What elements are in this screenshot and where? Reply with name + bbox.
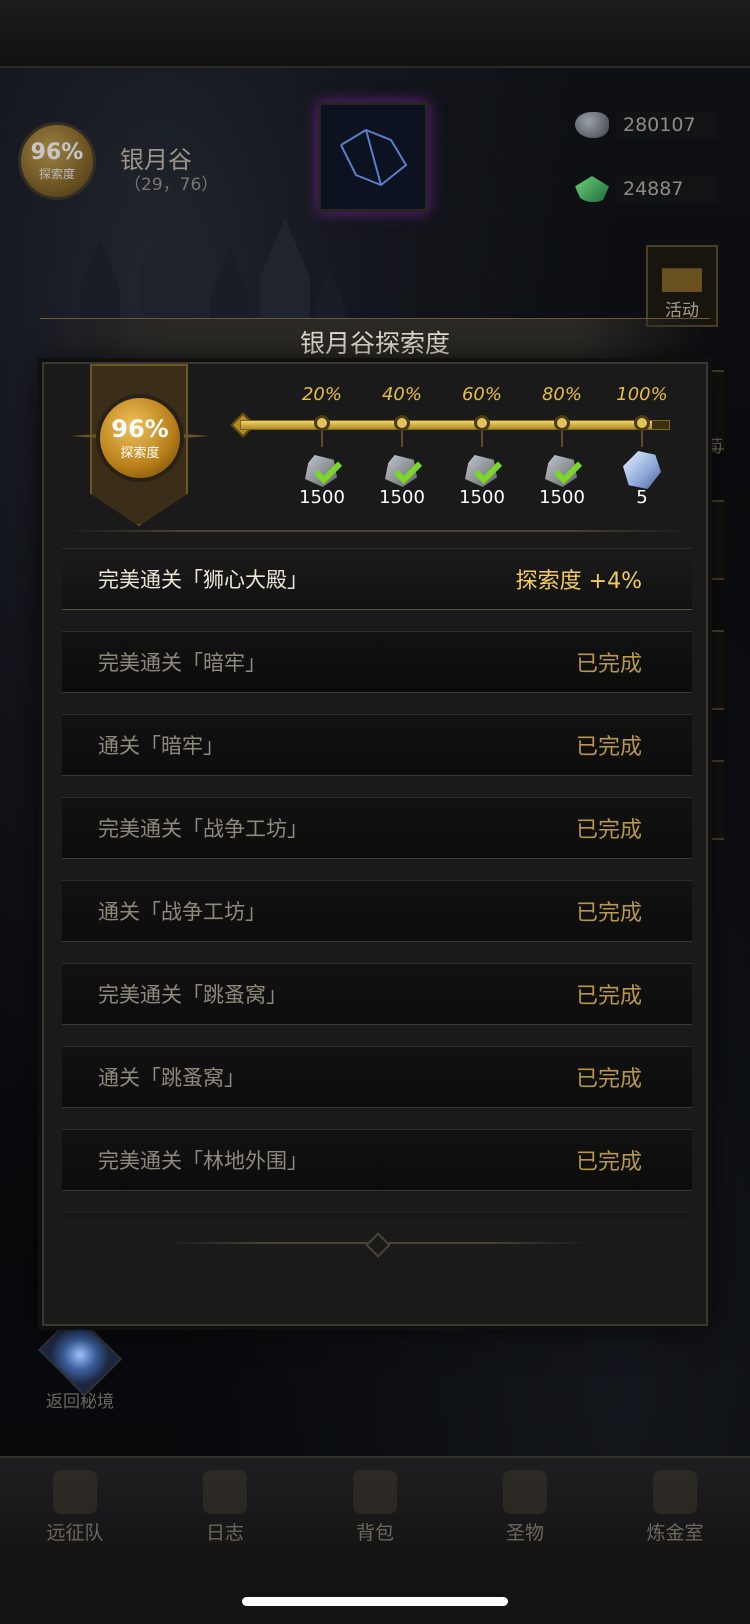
task-name: 完美通关「狮心大殿」: [98, 568, 308, 592]
task-status: 已完成: [575, 1150, 642, 1175]
task-status: 已完成: [575, 1067, 642, 1092]
compass-progress-icon: 96% 探索度: [96, 394, 184, 482]
milestone-percent: 60%: [461, 384, 502, 405]
task-row[interactable]: 完美通关「战争工坊」 已完成: [62, 797, 692, 859]
milestone-connector: [321, 431, 323, 447]
nav-item[interactable]: 圣物: [450, 1458, 600, 1556]
nav-item[interactable]: 炼金室: [600, 1458, 750, 1556]
exploration-modal: 96% 探索度 20% 1500 40% 1500 60% 1500 80% 1500 100%…: [42, 362, 708, 1326]
task-name: 通关「战争工坊」: [98, 900, 266, 924]
region-progress-badge[interactable]: 96% 探索度: [18, 122, 96, 200]
backpack-icon: [353, 1469, 397, 1514]
milestone-node: [394, 415, 410, 431]
task-name: 完美通关「林地外围」: [98, 1149, 308, 1173]
milestone[interactable]: 60% 1500: [452, 384, 512, 508]
task-row[interactable]: 完美通关「林地外围」 已完成: [62, 1129, 692, 1191]
bottom-nav: 远征队 日志 背包 圣物 炼金室: [0, 1456, 750, 1556]
gem-icon: [575, 176, 609, 202]
side-button[interactable]: [706, 760, 724, 840]
modal-title-bar: 银月谷探索度: [40, 318, 710, 366]
nav-item[interactable]: 背包: [300, 1458, 450, 1556]
exploration-label: 探索度: [120, 445, 160, 461]
relic-icon: [503, 1469, 547, 1514]
ore-icon: [575, 112, 609, 138]
task-name: 通关「跳蚤窝」: [98, 1066, 245, 1090]
milestone-percent: 20%: [301, 384, 342, 405]
milestone-percent: 80%: [541, 384, 582, 405]
nav-item[interactable]: 日志: [150, 1458, 300, 1556]
alchemy-icon: [653, 1469, 697, 1514]
list-fade: [62, 1188, 692, 1228]
nav-label: 圣物: [505, 1521, 544, 1544]
milestone-node: [314, 415, 330, 431]
task-row[interactable]: 完美通关「狮心大殿」 探索度 +4%: [62, 548, 692, 610]
milestone[interactable]: 40% 1500: [372, 384, 432, 508]
task-status: 已完成: [575, 901, 642, 926]
task-status: 已完成: [575, 652, 642, 677]
milestone-percent: 40%: [381, 384, 422, 405]
milestone-reward[interactable]: [377, 449, 427, 491]
task-name: 完美通关「战争工坊」: [98, 817, 308, 841]
milestone[interactable]: 80% 1500: [532, 384, 592, 508]
top-frame: [0, 0, 750, 68]
constellation-map-icon[interactable]: [318, 102, 428, 212]
milestone-node: [634, 415, 650, 431]
milestone-connector: [401, 431, 403, 447]
nav-label: 背包: [355, 1521, 394, 1544]
side-button[interactable]: [706, 500, 724, 580]
currency-gem: 24887: [575, 176, 717, 202]
milestone[interactable]: 20% 1500: [292, 384, 352, 508]
bottom-ornament: [164, 1242, 590, 1244]
task-status: 探索度 +4%: [515, 569, 642, 594]
task-row[interactable]: 通关「跳蚤窝」 已完成: [62, 1046, 692, 1108]
activity-button[interactable]: 活动: [646, 245, 718, 327]
side-button-label: 荀: [706, 437, 723, 457]
task-row[interactable]: 通关「战争工坊」 已完成: [62, 880, 692, 942]
milestone-connector: [641, 431, 643, 447]
home-indicator: [242, 1597, 508, 1606]
task-row[interactable]: 完美通关「跳蚤窝」 已完成: [62, 963, 692, 1025]
helmet-icon: [53, 1469, 97, 1514]
side-button[interactable]: [706, 630, 724, 710]
nav-label: 日志: [205, 1521, 244, 1544]
task-status: 已完成: [575, 735, 642, 760]
milestone[interactable]: 100% 5: [612, 384, 672, 508]
crystal-icon: [623, 451, 661, 489]
scroll-icon: [203, 1469, 247, 1514]
region-progress-label: 探索度: [38, 167, 75, 181]
milestone-reward[interactable]: [457, 449, 507, 491]
task-status: 已完成: [575, 984, 642, 1009]
milestone-reward[interactable]: [617, 449, 667, 491]
milestone-node: [554, 415, 570, 431]
divider: [64, 530, 690, 532]
task-row[interactable]: 完美通关「暗牢」 已完成: [62, 631, 692, 693]
nav-item[interactable]: 远征队: [0, 1458, 150, 1556]
milestone-reward[interactable]: [537, 449, 587, 491]
bottom-frame: [0, 1556, 750, 1624]
task-list[interactable]: 完美通关「狮心大殿」 探索度 +4% 完美通关「暗牢」 已完成 通关「暗牢」 已完成 完美通…: [62, 548, 692, 1220]
milestone-reward[interactable]: [297, 449, 347, 491]
gift-icon: [662, 268, 702, 292]
milestone-connector: [561, 431, 563, 447]
nav-label: 炼金室: [646, 1521, 704, 1544]
milestone-percent: 100%: [616, 384, 668, 405]
region-coords: （29，76）: [124, 175, 219, 195]
task-name: 完美通关「跳蚤窝」: [98, 983, 287, 1007]
milestone-connector: [481, 431, 483, 447]
milestone-node: [474, 415, 490, 431]
gem-amount: 24887: [617, 176, 717, 202]
exploration-value: 96%: [111, 414, 169, 443]
return-secret-realm-button[interactable]: 返回秘境: [37, 1312, 123, 1412]
task-row[interactable]: 通关「暗牢」 已完成: [62, 714, 692, 776]
task-name: 完美通关「暗牢」: [98, 651, 266, 675]
currency-ore: 280107: [575, 112, 717, 138]
modal-title: 银月谷探索度: [299, 329, 450, 358]
constellation-icon: [340, 128, 408, 187]
ore-amount: 280107: [617, 112, 717, 138]
task-status: 已完成: [575, 818, 642, 843]
nav-label: 远征队: [46, 1521, 104, 1544]
task-name: 通关「暗牢」: [98, 734, 224, 758]
region-progress-value: 96%: [30, 140, 84, 165]
